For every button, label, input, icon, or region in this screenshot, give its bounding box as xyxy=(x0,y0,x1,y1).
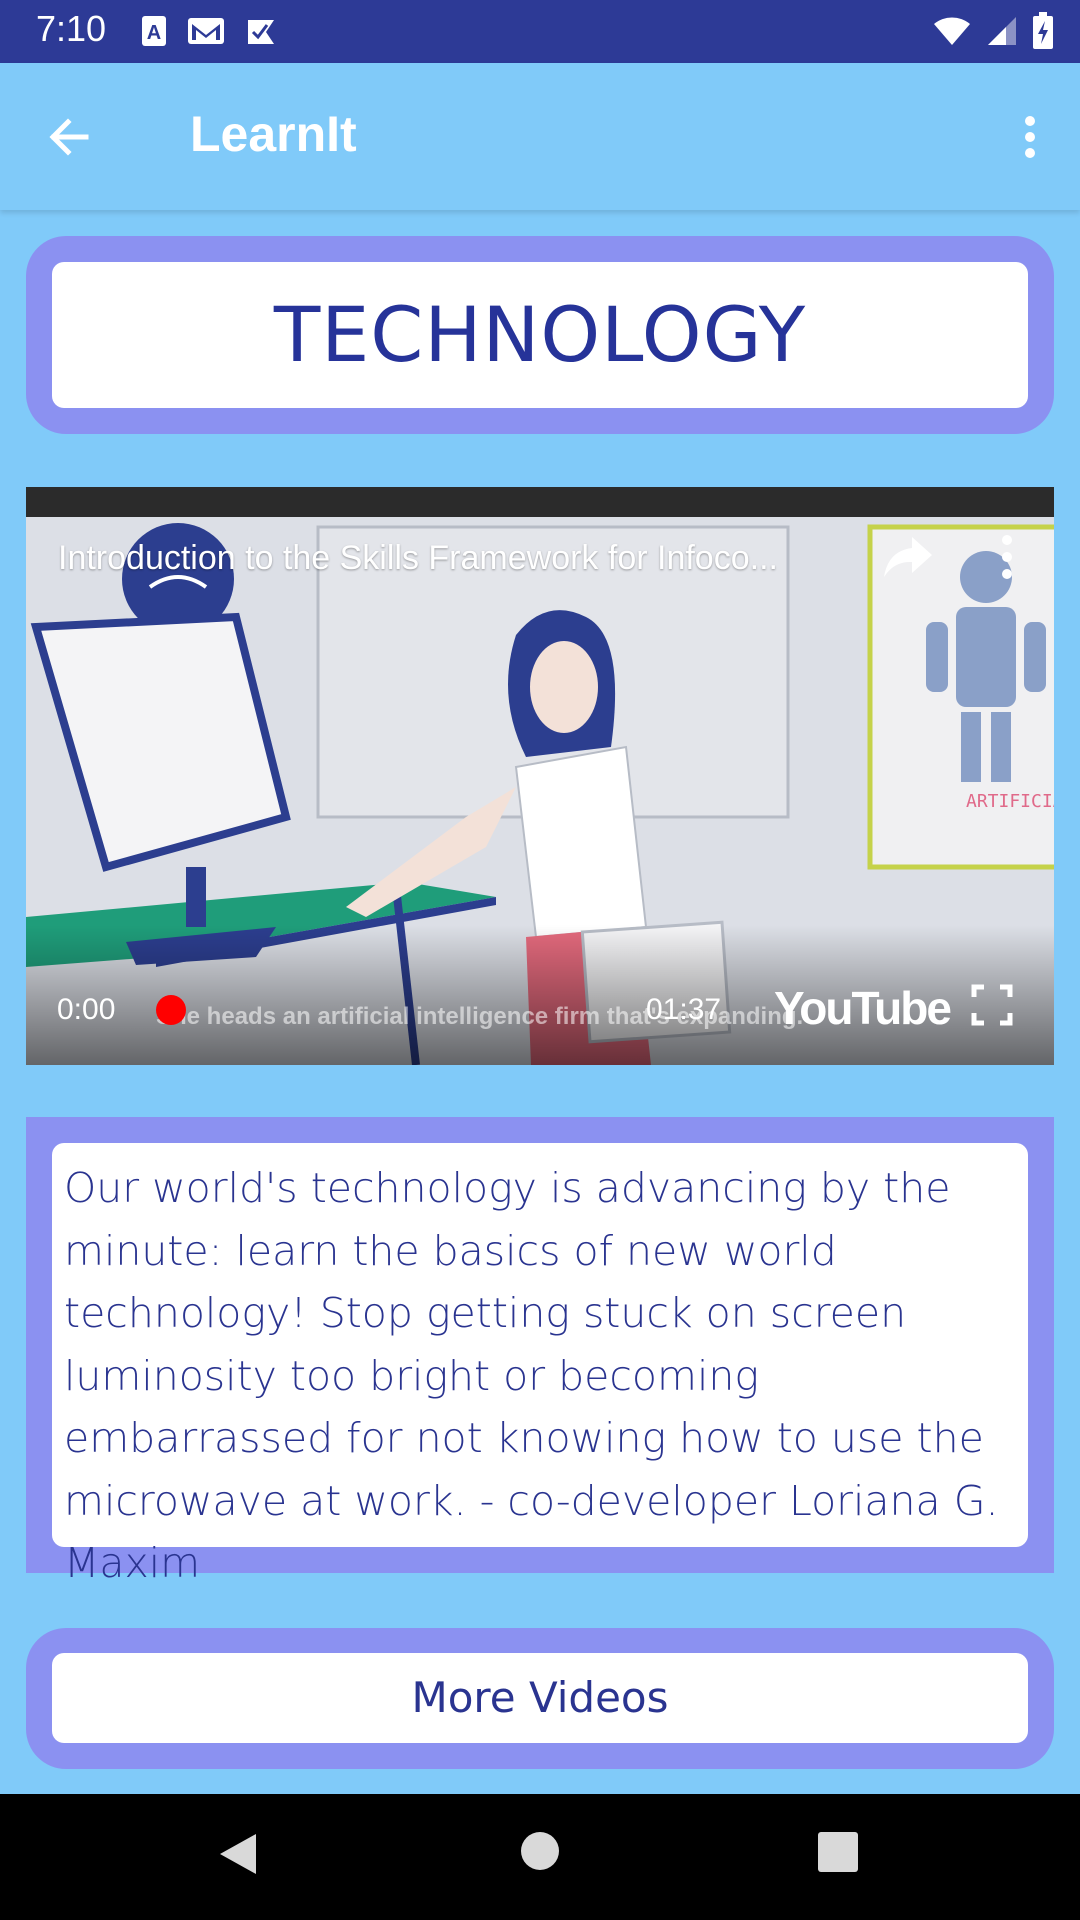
youtube-logo[interactable]: YouTube xyxy=(774,981,952,1035)
share-icon[interactable] xyxy=(880,531,936,583)
more-videos-label: More Videos xyxy=(411,1673,669,1722)
video-title[interactable]: Introduction to the Skills Framework for… xyxy=(58,539,778,578)
status-time: 7:10 xyxy=(36,8,107,49)
keyboard-a-icon: A xyxy=(142,16,166,46)
description-text: Our world's technology is advancing by t… xyxy=(64,1164,999,1587)
wifi-icon xyxy=(934,17,970,45)
topic-title-card: TECHNOLOGY xyxy=(26,236,1054,434)
fullscreen-icon[interactable] xyxy=(970,983,1014,1027)
svg-text:A: A xyxy=(147,22,161,44)
gmail-icon xyxy=(188,18,224,44)
nav-home-icon[interactable] xyxy=(521,1832,559,1870)
system-nav-bar xyxy=(0,1794,1080,1920)
video-more-icon[interactable] xyxy=(992,531,1022,583)
progress-scrubber[interactable] xyxy=(156,995,186,1025)
more-videos-card: More Videos xyxy=(26,1628,1054,1769)
nav-recents-icon[interactable] xyxy=(818,1832,858,1872)
status-bar: 7:10 A xyxy=(0,0,1080,63)
signal-icon xyxy=(988,17,1016,45)
video-current-time: 0:00 xyxy=(57,993,116,1026)
more-videos-button[interactable]: More Videos xyxy=(52,1653,1028,1743)
task-check-icon xyxy=(248,20,274,44)
description-card: Our world's technology is advancing by t… xyxy=(26,1117,1054,1587)
status-notification-icons: A xyxy=(140,14,278,48)
video-player[interactable]: ARTIFICIAL INTELLIGENCE Introduction to … xyxy=(26,487,1054,1065)
topic-title: TECHNOLOGY xyxy=(273,290,807,379)
arrow-back-icon[interactable] xyxy=(40,107,100,167)
app-title: LearnIt xyxy=(190,106,357,162)
app-bar: LearnIt xyxy=(0,63,1080,210)
status-system-icons xyxy=(932,12,1054,50)
battery-icon xyxy=(1033,12,1053,49)
topic-title-box: TECHNOLOGY xyxy=(52,262,1028,408)
video-duration: 01:37 xyxy=(646,993,722,1026)
poster-label: ARTIFICIAL INTELLIGENCE xyxy=(966,791,1054,812)
description-box: Our world's technology is advancing by t… xyxy=(52,1143,1028,1587)
nav-back-icon[interactable] xyxy=(218,1832,258,1876)
more-vert-icon[interactable] xyxy=(1000,107,1060,167)
